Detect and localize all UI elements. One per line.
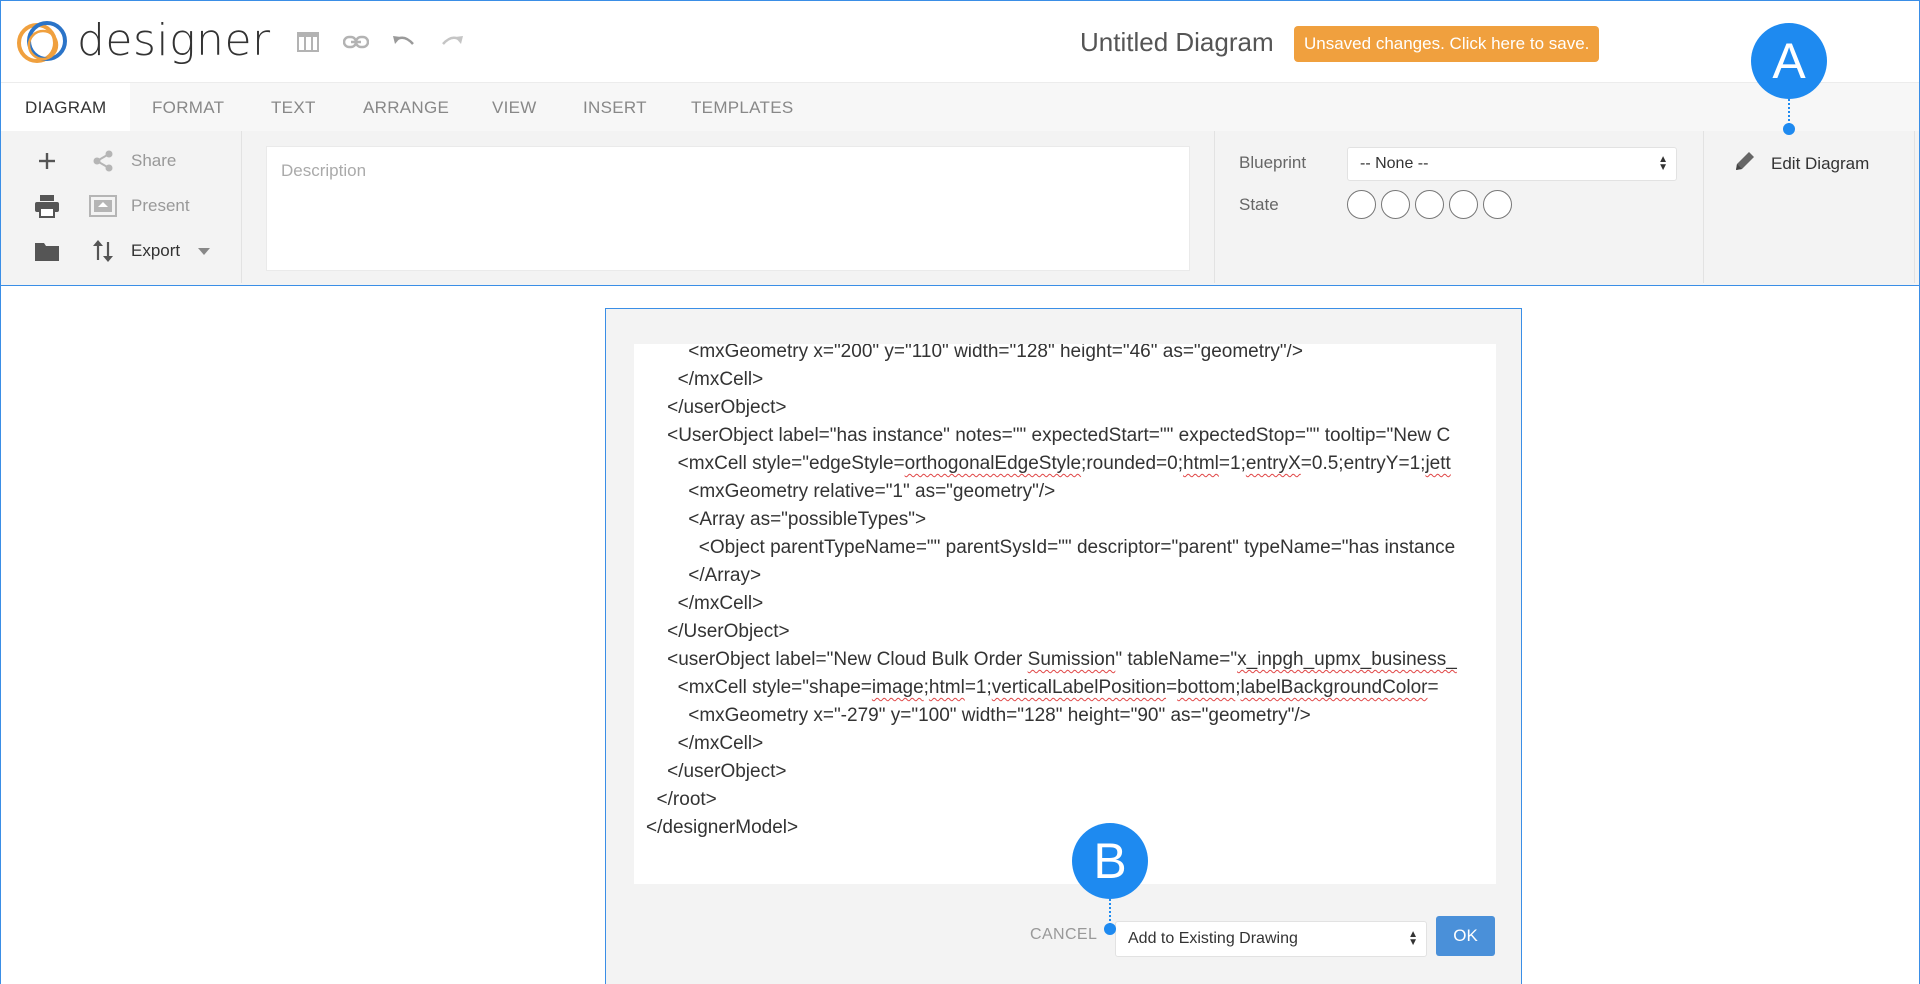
state-selector	[1347, 190, 1512, 219]
ribbon-divider	[241, 131, 242, 283]
blueprint-value: -- None --	[1360, 155, 1429, 172]
code-line: </userObject>	[646, 761, 787, 782]
code-line: <Object parentTypeName="" parentSysId=""…	[646, 537, 1456, 558]
callout-a-dot	[1783, 123, 1795, 135]
top-bar: designer Untitled Diagram Unsaved change…	[1, 1, 1919, 83]
callout-b: B	[1072, 823, 1148, 899]
callout-a-leader	[1788, 99, 1790, 125]
redo-icon[interactable]	[439, 29, 465, 55]
export-icon	[89, 237, 117, 265]
state-circle[interactable]	[1415, 190, 1444, 219]
callout-b-leader	[1109, 899, 1111, 925]
ribbon-divider	[1703, 131, 1704, 283]
description-field[interactable]: Description	[266, 146, 1190, 271]
share-icon	[89, 147, 117, 175]
app-window: designer Untitled Diagram Unsaved change…	[0, 0, 1920, 984]
tab-text[interactable]: TEXT	[271, 83, 316, 131]
ok-button[interactable]: OK	[1436, 916, 1495, 956]
tab-bar: DIAGRAM FORMAT TEXT ARRANGE VIEW INSERT …	[1, 83, 1919, 131]
link-icon[interactable]	[343, 29, 369, 55]
code-line: <Array as="possibleTypes">	[646, 509, 927, 530]
present-button[interactable]: Present	[89, 192, 190, 220]
tab-insert[interactable]: INSERT	[583, 83, 647, 131]
edit-diagram-button[interactable]: Edit Diagram	[1733, 149, 1869, 178]
code-line: <mxCell style="shape=image;html=1;vertic…	[646, 677, 1439, 698]
code-line: <mxGeometry relative="1" as="geometry"/>	[646, 481, 1056, 502]
share-label: Share	[131, 151, 177, 170]
blueprint-label: Blueprint	[1239, 153, 1307, 172]
tab-templates[interactable]: TEMPLATES	[691, 83, 794, 131]
code-line: </designerModel>	[646, 817, 799, 838]
code-line: </UserObject>	[646, 621, 790, 642]
present-label: Present	[131, 196, 190, 215]
folder-icon	[33, 237, 61, 265]
tab-arrange[interactable]: ARRANGE	[363, 83, 449, 131]
code-line: <UserObject label="has instance" notes="…	[646, 425, 1451, 446]
import-mode-select[interactable]: Add to Existing Drawing ▲ ▼	[1115, 921, 1427, 957]
code-line: </userObject>	[646, 397, 787, 418]
logo-text: designer	[77, 14, 271, 66]
code-line: <mxGeometry x="200" y="110" width="128" …	[646, 344, 1303, 362]
print-icon	[33, 192, 61, 220]
code-line: </Array>	[646, 565, 762, 586]
cancel-button[interactable]: CANCEL	[1030, 926, 1097, 944]
ribbon-divider	[1214, 131, 1215, 283]
present-icon	[89, 192, 117, 220]
state-circle[interactable]	[1449, 190, 1478, 219]
code-line: <userObject label="New Cloud Bulk Order …	[646, 649, 1457, 670]
select-arrows-icon: ▲ ▼	[1658, 154, 1668, 173]
ribbon-divider	[1914, 131, 1915, 283]
blueprint-select[interactable]: -- None -- ▲ ▼	[1347, 147, 1677, 181]
callout-a: A	[1751, 23, 1827, 99]
pencil-icon	[1733, 149, 1757, 178]
tab-diagram[interactable]: DIAGRAM	[1, 83, 131, 131]
diagram-ribbon: Share Present Export Description Bluepri…	[1, 131, 1919, 286]
print-button[interactable]	[33, 192, 61, 220]
select-arrows-icon: ▲ ▼	[1408, 929, 1418, 948]
unsaved-changes-button[interactable]: Unsaved changes. Click here to save.	[1294, 26, 1600, 62]
undo-icon[interactable]	[391, 29, 417, 55]
code-line: </mxCell>	[646, 593, 764, 614]
caret-down-icon[interactable]	[198, 241, 211, 261]
new-button[interactable]	[33, 147, 61, 175]
share-button[interactable]: Share	[89, 147, 176, 175]
state-label: State	[1239, 195, 1279, 214]
tab-format[interactable]: FORMAT	[152, 83, 224, 131]
open-button[interactable]	[33, 237, 61, 265]
code-line: </mxCell>	[646, 369, 764, 390]
export-label: Export	[131, 241, 181, 260]
designer-logo[interactable]: designer	[15, 14, 271, 69]
description-placeholder: Description	[281, 161, 367, 180]
state-circle[interactable]	[1347, 190, 1376, 219]
table-icon[interactable]	[295, 29, 321, 55]
plus-icon	[33, 147, 61, 175]
tab-view[interactable]: VIEW	[492, 83, 537, 131]
edit-diagram-label: Edit Diagram	[1771, 153, 1870, 173]
callout-b-dot	[1104, 923, 1116, 935]
code-line: </mxCell>	[646, 733, 764, 754]
xml-editor[interactable]: <mxGeometry x="200" y="110" width="128" …	[634, 344, 1496, 884]
logo-rings-icon	[15, 17, 71, 69]
state-circle[interactable]	[1483, 190, 1512, 219]
import-mode-value: Add to Existing Drawing	[1128, 930, 1298, 947]
code-line: </root>	[646, 789, 717, 810]
import-xml-dialog: <mxGeometry x="200" y="110" width="128" …	[605, 308, 1522, 984]
code-line: <mxCell style="edgeStyle=orthogonalEdgeS…	[646, 453, 1451, 474]
code-line: <mxGeometry x="-279" y="100" width="128"…	[646, 705, 1311, 726]
export-button[interactable]: Export	[89, 237, 211, 265]
document-title[interactable]: Untitled Diagram	[1080, 27, 1274, 58]
state-circle[interactable]	[1381, 190, 1410, 219]
